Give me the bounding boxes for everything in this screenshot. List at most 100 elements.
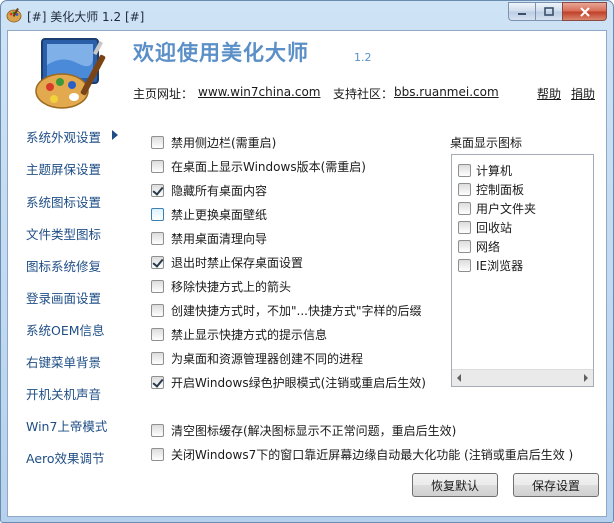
version-label: 1.2 [354, 51, 372, 64]
option-checkbox[interactable] [151, 159, 164, 173]
close-icon [579, 6, 590, 17]
close-button[interactable] [562, 2, 607, 21]
desktop-icon-label: 计算机 [476, 163, 513, 178]
desktop-icon-item[interactable]: 网络 [458, 237, 500, 255]
welcome-title: 欢迎使用美化大师 [133, 41, 309, 65]
option-checkbox[interactable] [151, 135, 164, 149]
option-checkbox[interactable] [151, 183, 164, 197]
maximize-button[interactable] [535, 2, 562, 21]
restore-defaults-button[interactable]: 恢复默认 [412, 473, 498, 497]
help-link[interactable]: 帮助 [537, 85, 561, 102]
sidebar-item[interactable]: 系统图标设置 [8, 190, 133, 212]
option-checkbox[interactable] [151, 351, 164, 365]
app-window: [#] 美化大师 1.2 [#] 欢迎使用美化大师 1.2 主页网址： www.… [0, 0, 614, 523]
support-label: 支持社区： [333, 87, 394, 101]
desktop-icon-item[interactable]: 回收站 [458, 218, 512, 236]
option-checkbox[interactable] [151, 303, 164, 317]
option-checkbox[interactable] [151, 279, 164, 293]
option-label: 关闭Windows7下的窗口靠近屏幕边缘自动最大化功能 (注销或重启后生效 ) [171, 447, 574, 462]
option-row[interactable]: 关闭Windows7下的窗口靠近屏幕边缘自动最大化功能 (注销或重启后生效 ) [151, 445, 573, 463]
option-label: 退出时禁止保存桌面设置 [171, 255, 304, 270]
sidebar-item[interactable]: Win7上帝模式 [8, 414, 133, 436]
sidebar-item[interactable]: 登录画面设置 [8, 286, 133, 308]
option-label: 创建快捷方式时，不加"...快捷方式"字样的后缀 [171, 303, 422, 318]
desktop-icon-label: IE浏览器 [476, 258, 524, 273]
desktop-icon-label: 控制面板 [476, 182, 525, 197]
sidebar-item[interactable]: 图标系统修复 [8, 254, 133, 276]
option-checkbox[interactable] [151, 327, 164, 341]
option-row[interactable]: 禁用侧边栏(需重启) [151, 133, 276, 151]
option-row[interactable]: 禁止更换桌面壁纸 [151, 205, 267, 223]
minimize-icon [518, 12, 526, 15]
maximize-icon [544, 7, 554, 16]
option-label: 隐藏所有桌面内容 [171, 183, 268, 198]
donate-link[interactable]: 捐助 [571, 85, 595, 102]
desktop-icon-label: 用户文件夹 [476, 201, 537, 216]
homepage-link[interactable]: www.win7china.com [198, 85, 320, 99]
sidebar-item[interactable]: 右键菜单背景 [8, 350, 133, 372]
option-checkbox[interactable] [151, 447, 164, 461]
option-label: 禁止更换桌面壁纸 [171, 207, 268, 222]
option-label: 禁用侧边栏(需重启) [171, 135, 277, 150]
option-label: 为桌面和资源管理器创建不同的进程 [171, 351, 364, 366]
option-checkbox[interactable] [151, 207, 164, 221]
option-label: 禁止显示快捷方式的提示信息 [171, 327, 328, 342]
sidebar-item[interactable]: 文件类型图标 [8, 222, 133, 244]
option-checkbox[interactable] [151, 255, 164, 269]
sidebar-item-label: 登录画面设置 [26, 290, 102, 306]
option-row[interactable]: 开启Windows绿色护眼模式(注销或重启后生效) [151, 373, 426, 391]
scroll-left-icon[interactable] [457, 374, 461, 382]
horizontal-scrollbar[interactable] [452, 369, 593, 386]
option-checkbox[interactable] [151, 231, 164, 245]
sidebar-item[interactable]: 系统外观设置 [8, 125, 133, 147]
sidebar-item-label: 系统图标设置 [26, 194, 102, 210]
desktop-icon-item[interactable]: 用户文件夹 [458, 199, 536, 217]
option-checkbox[interactable] [151, 423, 164, 437]
option-row[interactable]: 在桌面上显示Windows版本(需重启) [151, 157, 366, 175]
option-label: 清空图标缓存(解决图标显示不正常问题，重启后生效) [171, 423, 457, 438]
desktop-icon-item[interactable]: IE浏览器 [458, 256, 523, 274]
option-row[interactable]: 隐藏所有桌面内容 [151, 181, 267, 199]
option-row[interactable]: 为桌面和资源管理器创建不同的进程 [151, 349, 363, 367]
option-row[interactable]: 创建快捷方式时，不加"...快捷方式"字样的后缀 [151, 301, 421, 319]
sidebar-item[interactable]: 系统OEM信息 [8, 318, 133, 340]
option-row[interactable]: 清空图标缓存(解决图标显示不正常问题，重启后生效) [151, 421, 456, 439]
sidebar-item[interactable]: Aero效果调节 [8, 446, 133, 468]
client-area: 欢迎使用美化大师 1.2 主页网址： www.win7china.com 支持社… [7, 30, 607, 517]
desktop-icon-item[interactable]: 控制面板 [458, 180, 524, 198]
sidebar-item[interactable]: 开机关机声音 [8, 382, 133, 404]
option-row[interactable]: 移除快捷方式上的箭头 [151, 277, 291, 295]
sidebar-item-label: 系统外观设置 [26, 129, 102, 145]
desktop-icon-checkbox[interactable] [458, 258, 471, 272]
minimize-button[interactable] [508, 2, 535, 21]
header: 欢迎使用美化大师 1.2 主页网址： www.win7china.com 支持社… [8, 31, 606, 113]
sidebar: 系统外观设置 主题屏保设置 系统图标设置文件类型图标 图标系统修复登录画面设置系统OE… [8, 119, 133, 499]
desktop-icon-checkbox[interactable] [458, 182, 471, 196]
sidebar-item[interactable]: 主题屏保设置 [8, 157, 133, 179]
desktop-icon-checkbox[interactable] [458, 201, 471, 215]
desktop-icons-list[interactable]: IE浏览器 网络 回收站 用户文件夹 控制面板 计算机 [451, 154, 594, 387]
desktop-icon-checkbox[interactable] [458, 239, 471, 253]
option-label: 禁用桌面清理向导 [171, 231, 268, 246]
option-checkbox[interactable] [151, 375, 164, 389]
option-label: 移除快捷方式上的箭头 [171, 279, 292, 294]
save-settings-button[interactable]: 保存设置 [513, 473, 599, 497]
support-link[interactable]: bbs.ruanmei.com [394, 85, 499, 99]
desktop-icon-checkbox[interactable] [458, 163, 471, 177]
option-label: 开启Windows绿色护眼模式(注销或重启后生效) [171, 375, 426, 390]
desktop-icon-item[interactable]: 计算机 [458, 161, 512, 179]
scroll-right-icon[interactable] [584, 374, 588, 382]
option-row[interactable]: 禁止显示快捷方式的提示信息 [151, 325, 327, 343]
desktop-icon-checkbox[interactable] [458, 220, 471, 234]
caption-buttons [508, 2, 607, 21]
monitor-palette-logo-icon [35, 38, 106, 109]
active-arrow-icon [112, 130, 118, 140]
option-row[interactable]: 禁用桌面清理向导 [151, 229, 267, 247]
title-bar[interactable]: [#] 美化大师 1.2 [#] [1, 1, 613, 29]
homepage-label: 主页网址： [133, 87, 194, 101]
palette-app-icon [6, 8, 22, 23]
option-row[interactable]: 退出时禁止保存桌面设置 [151, 253, 303, 271]
sidebar-item-label: 主题屏保设置 [26, 161, 102, 177]
sidebar-item-label: 开机关机声音 [26, 386, 102, 402]
sidebar-item-label: Aero效果调节 [26, 450, 105, 466]
